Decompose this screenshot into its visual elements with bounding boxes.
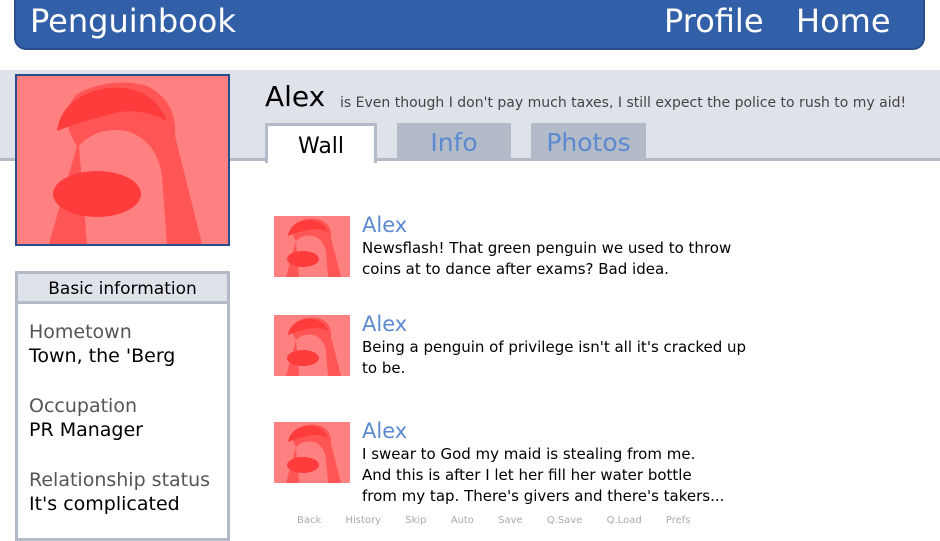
penguin-avatar-icon bbox=[274, 216, 350, 277]
top-nav-bar: Penguinbook Profile Home bbox=[14, 0, 925, 50]
relationship-field: Relationship status It's complicated bbox=[29, 468, 210, 516]
hometown-value: Town, the 'Berg bbox=[29, 345, 176, 367]
post-body: Being a penguin of privilege isn't all i… bbox=[362, 337, 782, 379]
profile-name: Alex bbox=[265, 80, 326, 113]
penguin-avatar-icon bbox=[17, 76, 228, 244]
post-line: coins at to dance after exams? Bad idea. bbox=[362, 260, 669, 278]
profile-status-text: is Even though I don't pay much taxes, I… bbox=[340, 95, 907, 111]
post-line: to be. bbox=[362, 359, 406, 377]
post-author-link[interactable]: Alex bbox=[362, 212, 407, 238]
penguin-avatar-icon bbox=[274, 422, 350, 483]
penguin-avatar-icon bbox=[274, 315, 350, 376]
quick-menu-history[interactable]: History bbox=[345, 515, 381, 527]
occupation-value: PR Manager bbox=[29, 419, 143, 441]
nav-profile-link[interactable]: Profile bbox=[664, 2, 764, 40]
profile-picture[interactable] bbox=[15, 74, 230, 246]
tab-photos[interactable]: Photos bbox=[531, 123, 646, 161]
post-author-link[interactable]: Alex bbox=[362, 311, 407, 337]
post-avatar[interactable] bbox=[274, 216, 350, 277]
quick-menu-auto[interactable]: Auto bbox=[451, 515, 474, 527]
basic-info-panel: Basic information Hometown Town, the 'Be… bbox=[15, 271, 230, 541]
basic-info-title: Basic information bbox=[18, 274, 227, 304]
post-line: from my tap. There's givers and there's … bbox=[362, 487, 725, 505]
quick-menu: Back History Skip Auto Save Q.Save Q.Loa… bbox=[297, 515, 712, 527]
quick-menu-quick-load[interactable]: Q.Load bbox=[607, 515, 642, 527]
site-logo[interactable]: Penguinbook bbox=[30, 2, 236, 40]
quick-menu-back[interactable]: Back bbox=[297, 515, 321, 527]
tab-info[interactable]: Info bbox=[397, 123, 511, 161]
hometown-label: Hometown bbox=[29, 321, 132, 343]
hometown-field: Hometown Town, the 'Berg bbox=[29, 320, 175, 368]
post-body: I swear to God my maid is stealing from … bbox=[362, 444, 782, 507]
post-line: And this is after I let her fill her wat… bbox=[362, 466, 692, 484]
occupation-field: Occupation PR Manager bbox=[29, 394, 143, 442]
post-line: Being a penguin of privilege isn't all i… bbox=[362, 338, 747, 356]
post-avatar[interactable] bbox=[274, 422, 350, 483]
quick-menu-skip[interactable]: Skip bbox=[405, 515, 426, 527]
nav-home-link[interactable]: Home bbox=[796, 2, 891, 40]
quick-menu-quick-save[interactable]: Q.Save bbox=[547, 515, 583, 527]
post-avatar[interactable] bbox=[274, 315, 350, 376]
post-author-link[interactable]: Alex bbox=[362, 418, 407, 444]
post-line: Newsflash! That green penguin we used to… bbox=[362, 239, 732, 257]
relationship-value: It's complicated bbox=[29, 493, 180, 515]
post-line: I swear to God my maid is stealing from … bbox=[362, 445, 696, 463]
quick-menu-save[interactable]: Save bbox=[498, 515, 523, 527]
occupation-label: Occupation bbox=[29, 395, 137, 417]
tab-wall[interactable]: Wall bbox=[265, 123, 377, 163]
post-body: Newsflash! That green penguin we used to… bbox=[362, 238, 782, 280]
relationship-label: Relationship status bbox=[29, 469, 211, 491]
quick-menu-prefs[interactable]: Prefs bbox=[666, 515, 691, 527]
